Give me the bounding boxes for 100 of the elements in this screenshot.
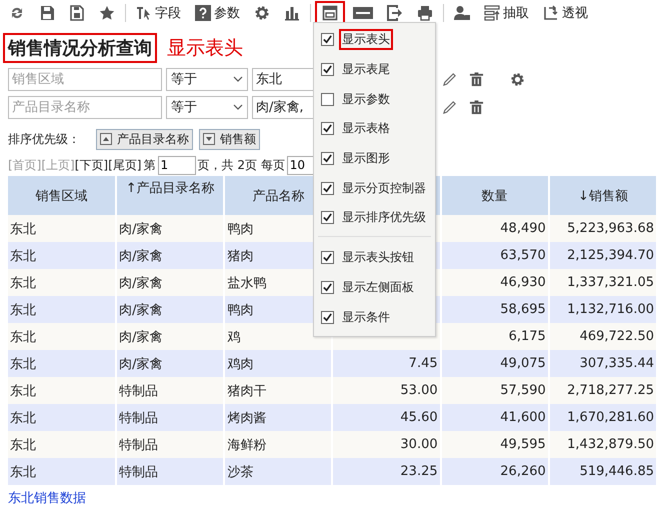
table-cell: 469,722.50 <box>548 323 657 350</box>
checkbox[interactable] <box>321 280 334 294</box>
chevron-down-icon <box>233 104 243 110</box>
checkbox[interactable] <box>321 92 334 106</box>
menu-label: 显示表头 <box>339 29 393 50</box>
field-icon <box>136 5 152 21</box>
trash-icon[interactable] <box>469 72 484 86</box>
column-header[interactable]: ↑产品目录名称 <box>116 176 224 215</box>
operator-dropdown[interactable]: 等于 <box>166 68 248 90</box>
table-cell: 东北 <box>8 269 116 296</box>
chevron-down-icon <box>233 76 243 82</box>
settings-icon <box>254 5 270 21</box>
print-icon <box>417 5 433 21</box>
layout-icon <box>322 5 338 21</box>
table-cell: 46,930 <box>440 269 549 296</box>
table-cell: 东北 <box>8 350 116 377</box>
menu-label: 显示表格 <box>341 120 391 138</box>
column-header[interactable]: 销售区域 <box>8 176 116 215</box>
table-cell: 53.00 <box>332 377 441 404</box>
pager-link[interactable]: [下页] <box>74 156 108 174</box>
table-cell: 30.00 <box>332 431 441 458</box>
toolbar-button[interactable]: 透视 <box>537 1 594 25</box>
table-cell: 肉/家禽 <box>116 350 224 377</box>
table-cell: 东北 <box>8 215 116 242</box>
table-cell: 2,125,394.70 <box>548 242 657 269</box>
table-cell: 特制品 <box>116 377 224 404</box>
menu-item[interactable]: 显示表头 <box>314 25 435 55</box>
refresh-icon <box>9 5 25 21</box>
table-cell: 23.25 <box>332 458 441 485</box>
checkbox[interactable] <box>321 182 334 195</box>
table-cell: 307,335.44 <box>548 350 657 377</box>
toolbar-button[interactable]: 字段 <box>130 1 187 25</box>
toolbar-button[interactable]: 抽取 <box>478 1 535 25</box>
export-icon <box>387 5 403 21</box>
table-cell: 1,670,281.60 <box>548 404 657 431</box>
table-cell: 东北 <box>8 377 116 404</box>
page-input[interactable]: 1 <box>158 156 196 174</box>
column-header[interactable]: ↓销售额 <box>548 176 657 215</box>
table-cell: 48,490 <box>440 215 549 242</box>
sort-priority-label: 排序优先级： <box>8 130 80 148</box>
pivot-icon <box>543 5 559 21</box>
table-cell: 东北 <box>8 404 116 431</box>
sort-button[interactable]: 产品目录名称 <box>96 128 193 150</box>
table-cell: 肉/家禽 <box>116 296 224 323</box>
table-cell: 肉/家禽 <box>116 242 224 269</box>
toolbar-button[interactable]: 参数 <box>189 1 246 25</box>
table-cell: 45.60 <box>332 404 441 431</box>
menu-label: 显示左侧面板 <box>341 278 415 296</box>
table-cell: 57,590 <box>440 377 549 404</box>
document-icon <box>69 5 85 21</box>
checkbox[interactable] <box>321 33 334 46</box>
table-cell: 烤肉酱 <box>224 404 332 431</box>
table-cell: 519,446.85 <box>548 458 657 485</box>
settings-icon[interactable] <box>510 72 525 86</box>
column-header[interactable]: 数量 <box>440 176 549 215</box>
input-field[interactable]: 产品目录名称 <box>8 96 162 118</box>
table-cell: 特制品 <box>116 404 224 431</box>
checkbox[interactable] <box>321 211 334 224</box>
pager-link[interactable]: [尾页] <box>108 156 142 174</box>
pencil-icon[interactable] <box>442 100 457 114</box>
table-cell: 6,175 <box>440 323 549 350</box>
checkbox[interactable] <box>321 152 334 166</box>
table-cell: 2,718,277.25 <box>548 377 657 404</box>
table-cell: 1,337,321.05 <box>548 269 657 296</box>
table-cell: 41,600 <box>440 404 549 431</box>
operator-dropdown[interactable]: 等于 <box>166 96 248 118</box>
sort-button[interactable]: 销售额 <box>199 128 260 150</box>
table-cell: 1,432,879.50 <box>548 431 657 458</box>
save-icon <box>39 5 55 21</box>
report-title: 销售情况分析查询 <box>3 33 157 63</box>
table-cell: 特制品 <box>116 458 224 485</box>
table-cell: 7.45 <box>332 350 441 377</box>
table-cell: 49,595 <box>440 431 549 458</box>
table-cell: 东北 <box>8 242 116 269</box>
table-cell: 东北 <box>8 458 116 485</box>
menu-label: 显示条件 <box>341 308 391 326</box>
link[interactable]: 东北销售数据 <box>8 489 86 507</box>
table-cell: 肉/家禽 <box>116 269 224 296</box>
table-cell: 东北 <box>8 296 116 323</box>
checkbox[interactable] <box>321 251 334 264</box>
input-field[interactable]: 销售区域 <box>8 68 162 90</box>
pager-text: 第 <box>144 156 156 174</box>
table-cell: 肉/家禽 <box>116 323 224 350</box>
table-cell: 东北 <box>8 323 116 350</box>
pencil-icon[interactable] <box>442 72 457 86</box>
menu-label: 显示表头按钮 <box>341 249 415 266</box>
star-icon <box>99 5 115 21</box>
table-cell: 东北 <box>8 431 116 458</box>
table-cell: 猪肉干 <box>224 377 332 404</box>
annotation-text: 显示表头 <box>167 36 243 61</box>
bar-chart-icon <box>284 5 300 21</box>
table-cell: 沙茶 <box>224 458 332 485</box>
checkbox[interactable] <box>321 310 334 324</box>
extract-icon <box>484 5 500 21</box>
table-cell: 海鲜粉 <box>224 431 332 458</box>
checkbox[interactable] <box>321 122 334 136</box>
checkbox[interactable] <box>321 63 334 76</box>
table-cell: 5,223,963.68 <box>548 215 657 242</box>
trash-icon[interactable] <box>469 100 484 114</box>
table-cell: 特制品 <box>116 431 224 458</box>
